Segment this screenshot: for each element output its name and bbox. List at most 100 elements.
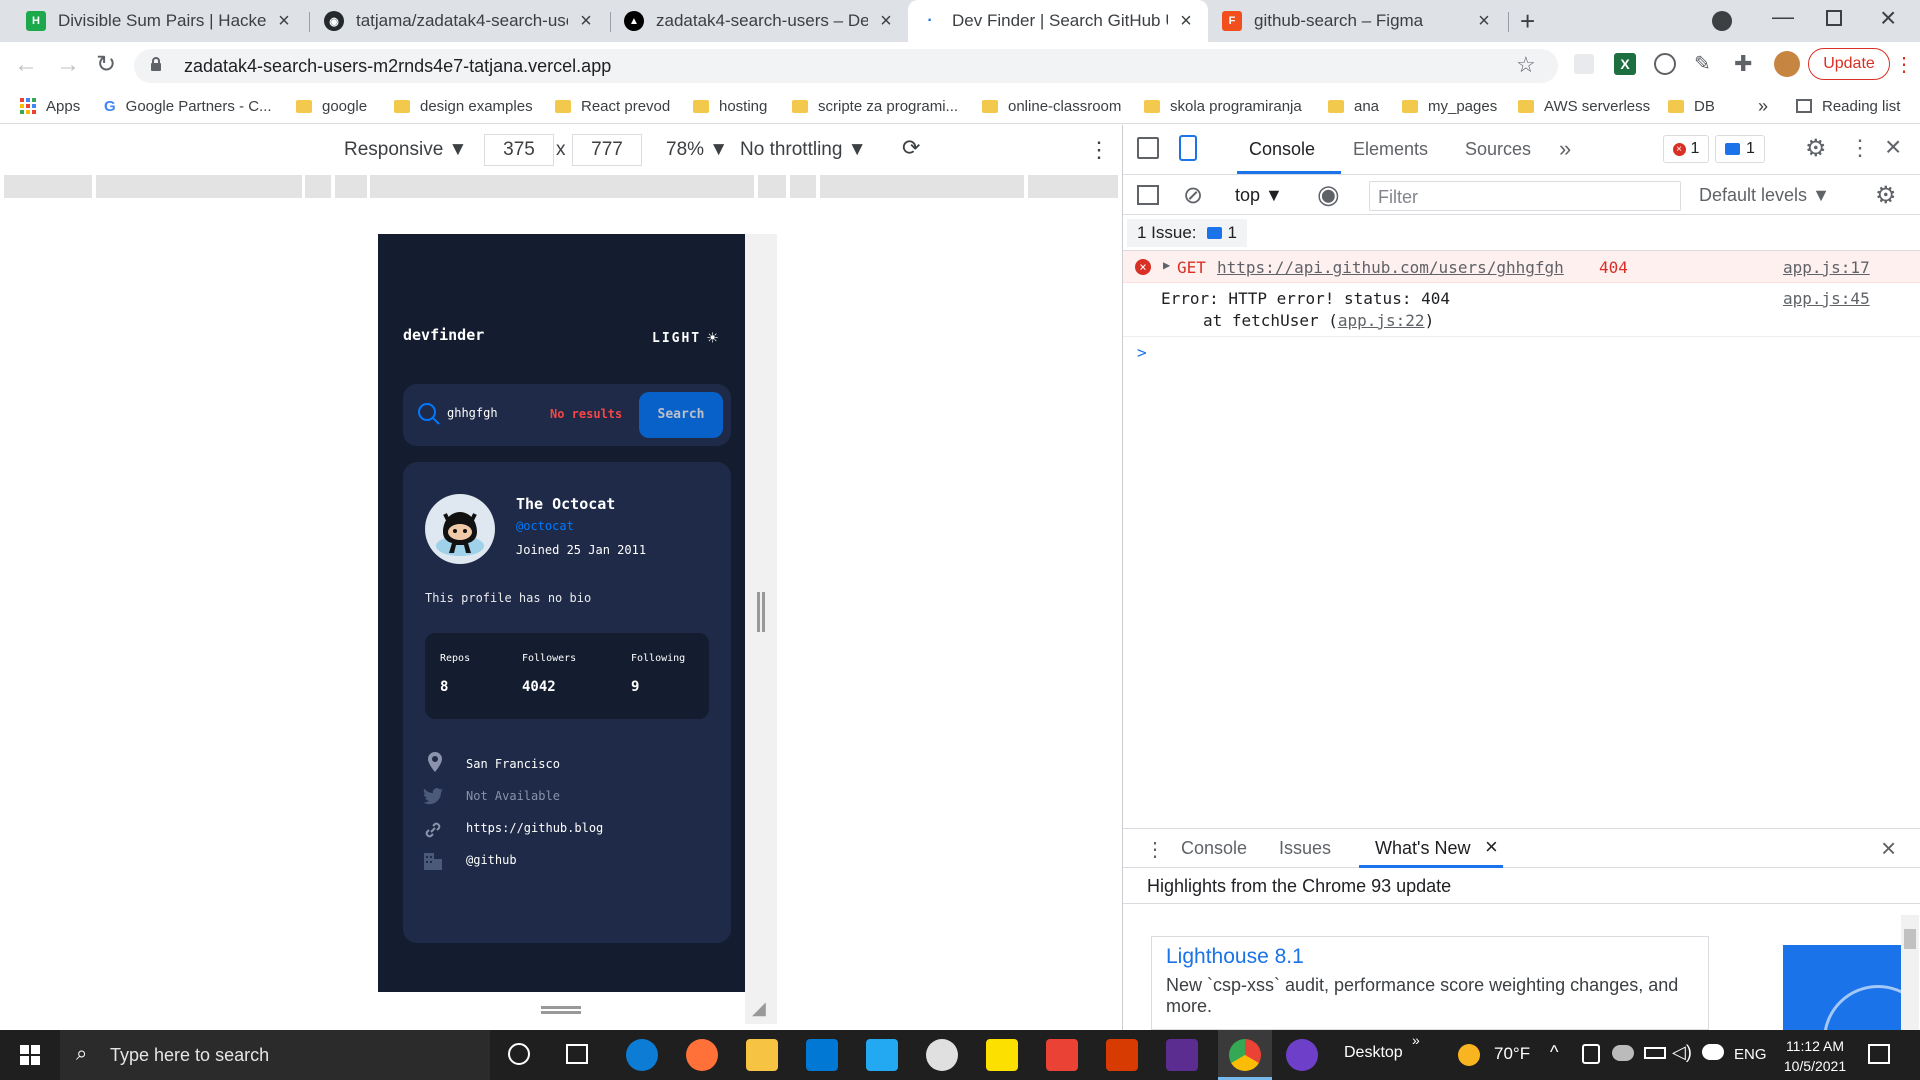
sidebar-toggle-icon[interactable] xyxy=(1137,185,1159,205)
weather-temp[interactable]: 70°F xyxy=(1494,1044,1530,1064)
resize-corner-icon[interactable]: ◢ xyxy=(752,998,766,1019)
bookmark-folder[interactable]: hosting xyxy=(693,88,767,124)
close-window-icon[interactable]: × xyxy=(1880,2,1896,34)
forward-icon[interactable]: → xyxy=(56,51,80,79)
device-more-icon[interactable]: ⋮ xyxy=(1088,137,1110,163)
minimize-icon[interactable]: — xyxy=(1772,4,1794,30)
tab-sources[interactable]: Sources xyxy=(1465,139,1531,160)
bookmark-folder[interactable]: online-classroom xyxy=(982,88,1121,124)
media-query-segment[interactable] xyxy=(305,175,331,198)
rotate-icon[interactable]: ⟳ xyxy=(902,135,920,161)
whats-new-card[interactable]: Lighthouse 8.1 New `csp-xss` audit, perf… xyxy=(1151,936,1709,1030)
firefox-icon[interactable] xyxy=(686,1039,718,1071)
extension-icon[interactable] xyxy=(1654,53,1676,75)
taskbar-chrome-active[interactable] xyxy=(1218,1030,1272,1080)
drawer-menu-icon[interactable]: ⋮ xyxy=(1145,837,1165,862)
bookmark-apps[interactable]: Apps xyxy=(20,88,80,124)
close-drawer-icon[interactable]: × xyxy=(1881,833,1896,864)
tab-elements[interactable]: Elements xyxy=(1353,139,1428,160)
close-drawer-tab-icon[interactable]: × xyxy=(1485,834,1498,860)
clear-console-icon[interactable]: ⊘ xyxy=(1183,181,1203,210)
snip-tool-icon[interactable] xyxy=(926,1039,958,1071)
profile-login-link[interactable]: @octocat xyxy=(516,519,574,533)
drawer-tab-issues[interactable]: Issues xyxy=(1279,838,1331,859)
device-toolbar-icon[interactable] xyxy=(1179,135,1197,161)
theme-toggle[interactable]: LIGHT ☀ xyxy=(652,328,720,349)
issue-count-badge[interactable]: 1 xyxy=(1715,135,1765,163)
media-query-segment[interactable] xyxy=(335,175,367,198)
update-button[interactable]: Update xyxy=(1808,48,1890,80)
drawer-tab-console[interactable]: Console xyxy=(1181,838,1247,859)
restore-icon[interactable] xyxy=(1826,10,1842,26)
bookmark-folder[interactable]: google xyxy=(296,88,367,124)
edge-icon[interactable] xyxy=(626,1039,658,1071)
stack-source-link[interactable]: app.js:22 xyxy=(1338,311,1425,330)
gmail-icon[interactable] xyxy=(1046,1039,1078,1071)
media-query-segment[interactable] xyxy=(370,175,754,198)
close-tab-icon[interactable]: × xyxy=(576,10,596,33)
eye-icon[interactable]: ◉ xyxy=(1317,179,1340,210)
issues-link[interactable]: 1 Issue: 1 xyxy=(1127,219,1248,247)
browser-tab-active[interactable]: · Dev Finder | Search GitHub Users × xyxy=(908,0,1208,42)
close-tab-icon[interactable]: × xyxy=(1176,10,1196,33)
blog-link[interactable]: https://github.blog xyxy=(466,821,603,835)
cloud-icon[interactable] xyxy=(1702,1044,1724,1060)
search-button[interactable]: Search xyxy=(639,392,723,438)
menu-icon[interactable]: ⋮ xyxy=(1894,52,1914,77)
desktop-expand-icon[interactable]: » xyxy=(1412,1032,1420,1048)
more-tabs-button[interactable]: » xyxy=(1559,136,1571,162)
tab-console[interactable]: Console xyxy=(1249,139,1315,160)
bookmark-google-partners[interactable]: G Google Partners - C... xyxy=(104,88,272,124)
vscode-icon[interactable] xyxy=(866,1039,898,1071)
close-tab-icon[interactable]: × xyxy=(274,10,294,33)
drawer-tab-whats-new[interactable]: What's New xyxy=(1375,838,1470,859)
cortana-icon[interactable] xyxy=(508,1043,530,1065)
eyedropper-extension-icon[interactable]: ✎ xyxy=(1694,51,1711,76)
media-query-segment[interactable] xyxy=(1028,175,1118,198)
media-query-segment[interactable] xyxy=(790,175,816,198)
puzzle-extensions-icon[interactable]: ✚ xyxy=(1734,51,1752,77)
bookmark-folder[interactable]: DB xyxy=(1668,88,1715,124)
battery-icon[interactable] xyxy=(1644,1047,1666,1059)
address-bar[interactable]: zadatak4-search-users-m2rnds4e7-tatjana.… xyxy=(134,49,1558,83)
back-icon[interactable]: ← xyxy=(14,51,38,79)
taskbar-search-box[interactable]: ⌕ Type here to search xyxy=(60,1030,490,1080)
office-icon[interactable] xyxy=(1106,1039,1138,1071)
tab-search-icon[interactable] xyxy=(1712,11,1732,31)
filter-input[interactable]: Filter xyxy=(1369,181,1681,211)
request-url-link[interactable]: https://api.github.com/users/ghhgfgh xyxy=(1217,258,1564,277)
browser-tab[interactable]: ◉ tatjama/zadatak4-search-users at × xyxy=(312,0,608,42)
resize-handle-bottom[interactable] xyxy=(541,1006,581,1009)
bookmark-star-icon[interactable]: ☆ xyxy=(1516,52,1536,78)
card-title[interactable]: Lighthouse 8.1 xyxy=(1166,945,1304,969)
close-tab-icon[interactable]: × xyxy=(876,10,896,33)
tray-expand-icon[interactable]: ^ xyxy=(1550,1042,1558,1063)
expand-arrow-icon[interactable]: ▶ xyxy=(1163,258,1170,272)
console-prompt[interactable]: > xyxy=(1137,343,1147,362)
settings-gear-icon[interactable]: ⚙ xyxy=(1805,134,1827,163)
language-indicator[interactable]: ENG xyxy=(1734,1046,1767,1063)
error-count-badge[interactable]: × 1 xyxy=(1663,135,1709,163)
avatar[interactable] xyxy=(1774,51,1800,77)
extension-icon[interactable] xyxy=(1574,54,1594,74)
desktop-toolbar[interactable]: Desktop xyxy=(1344,1044,1403,1062)
file-explorer-icon[interactable] xyxy=(746,1039,778,1071)
media-query-segment[interactable] xyxy=(96,175,302,198)
bookmark-folder[interactable]: ana xyxy=(1328,88,1379,124)
browser-tab[interactable]: F github-search – Figma × xyxy=(1210,0,1506,42)
git-icon[interactable] xyxy=(1166,1039,1198,1071)
inspect-element-icon[interactable] xyxy=(1137,137,1159,159)
onedrive-error-icon[interactable] xyxy=(1612,1045,1634,1061)
notifications-icon[interactable] xyxy=(1868,1044,1890,1064)
media-query-segment[interactable] xyxy=(758,175,786,198)
reload-icon[interactable]: ↻ xyxy=(96,50,116,79)
device-height-input[interactable]: 777 xyxy=(572,134,642,166)
device-width-input[interactable]: 375 xyxy=(484,134,554,166)
task-view-icon[interactable] xyxy=(566,1044,588,1064)
volume-icon[interactable]: ◁) xyxy=(1672,1042,1692,1063)
mail-icon[interactable] xyxy=(806,1039,838,1071)
log-levels-select[interactable]: Default levels ▼ xyxy=(1699,185,1830,206)
source-link[interactable]: app.js:17 xyxy=(1783,258,1870,277)
console-settings-icon[interactable]: ⚙ xyxy=(1875,181,1897,210)
throttling-select[interactable]: No throttling ▼ xyxy=(740,139,867,161)
